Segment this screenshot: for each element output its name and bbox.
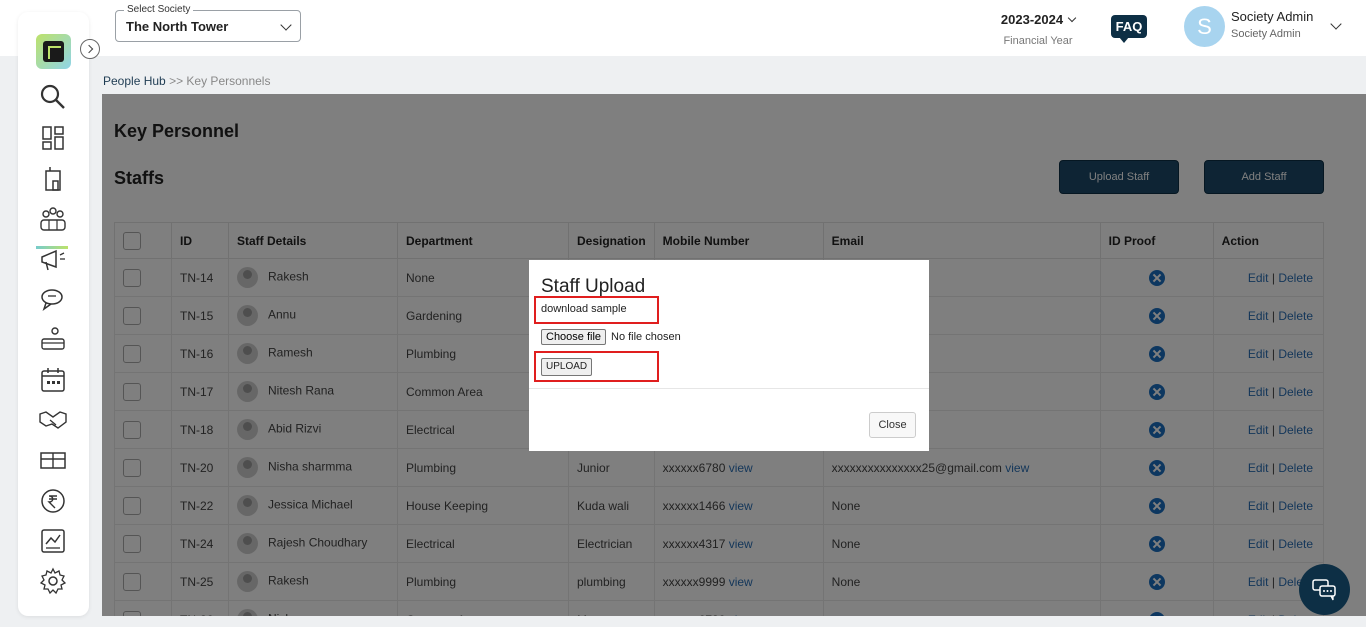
financial-year-label: Financial Year [1003,35,1073,47]
file-status-text: No file chosen [611,331,681,343]
chat-icon[interactable] [38,285,68,315]
chevron-down-icon [280,19,292,31]
service-icon[interactable] [38,325,68,355]
avatar[interactable]: S [1184,6,1225,47]
staff-upload-modal: Staff Upload download sample Choose file… [529,260,929,451]
financial-year-selector[interactable]: 2023-2024 Financial Year [990,12,1086,47]
app-logo [36,34,71,69]
chevron-down-icon [1067,13,1077,23]
top-header: Select Society The North Tower 2023-2024… [0,0,1366,56]
building-icon[interactable] [38,164,68,194]
breadcrumb-people-hub[interactable]: People Hub [103,74,166,88]
chat-support-button[interactable] [1299,564,1350,615]
dashboard-icon[interactable] [38,123,68,153]
rupee-icon[interactable] [38,486,68,516]
breadcrumb-current: Key Personnels [186,74,271,88]
choose-file-button[interactable]: Choose file [541,329,607,345]
user-role: Society Admin [1231,28,1301,40]
sidebar [18,12,89,616]
settings-icon[interactable] [38,566,68,596]
search-icon[interactable] [38,82,68,112]
sidebar-toggle-button[interactable] [80,39,100,59]
society-select-legend: Select Society [124,4,194,15]
megaphone-icon[interactable] [38,245,68,275]
download-sample-link[interactable]: download sample [541,303,627,315]
handshake-icon[interactable] [38,404,68,434]
user-name: Society Admin [1231,9,1314,24]
calendar-icon[interactable] [38,365,68,395]
amenity-icon[interactable] [38,445,68,475]
people-icon[interactable] [38,205,68,235]
report-icon[interactable] [38,526,68,556]
breadcrumb-separator: >> [169,74,184,88]
financial-year-value: 2023-2024 [1000,12,1064,27]
user-menu[interactable]: Society Admin Society Admin [1231,9,1313,40]
modal-title: Staff Upload [541,276,646,297]
faq-button[interactable]: FAQ [1111,15,1147,43]
close-button[interactable]: Close [869,412,916,438]
breadcrumb: People Hub >> Key Personnels [103,74,270,88]
modal-divider [529,388,929,389]
upload-button[interactable]: UPLOAD [541,358,593,376]
chevron-down-icon[interactable] [1330,18,1342,30]
society-select[interactable]: Select Society The North Tower [115,4,301,42]
chat-bubbles-icon [1312,579,1336,601]
society-select-value: The North Tower [126,19,229,34]
